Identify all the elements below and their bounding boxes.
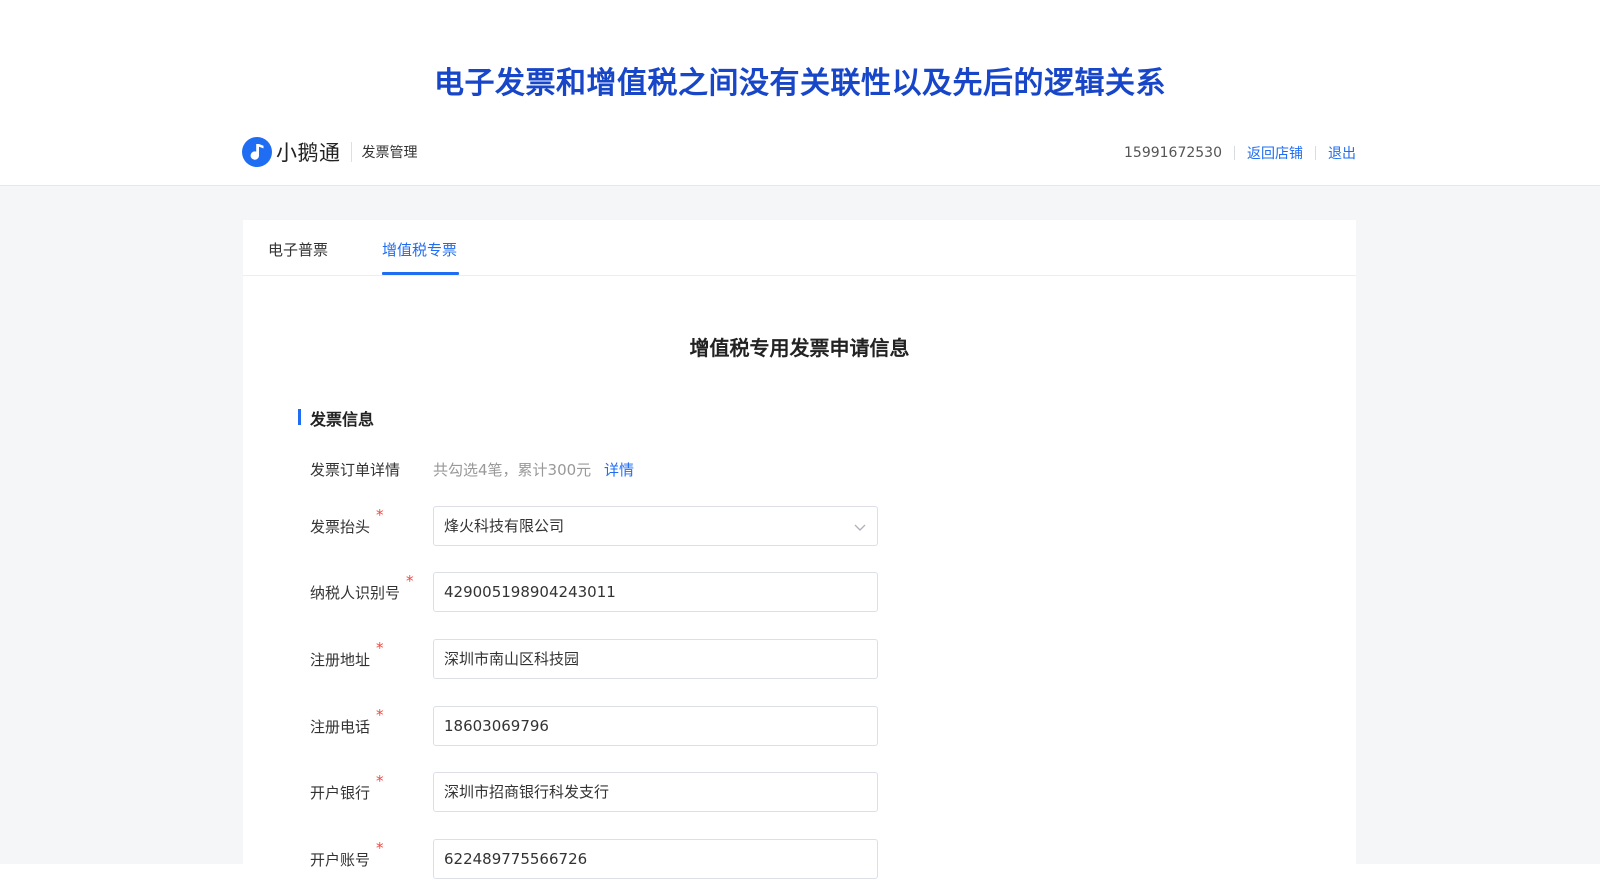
header-right: 15991672530 返回店铺 退出 [1124, 143, 1356, 163]
reg-phone-value: 18603069796 [444, 717, 549, 735]
taxpayer-id-input[interactable]: 429005198904243011 [433, 572, 878, 612]
order-detail-link[interactable]: 详情 [604, 459, 634, 480]
tab-electronic-invoice[interactable]: 电子普票 [268, 239, 328, 260]
app-header: 小鹅通 发票管理 15991672530 返回店铺 退出 [0, 125, 1600, 186]
invoice-title-label: 发票抬头 * [310, 506, 384, 537]
order-summary: 共勾选4笔，累计300元 [433, 461, 592, 479]
reg-address-value: 深圳市南山区科技园 [444, 650, 580, 668]
invoice-title-value: 烽火科技有限公司 [444, 517, 565, 535]
logo-divider [350, 142, 352, 162]
invoice-card: 电子普票 增值税专票 增值税专用发票申请信息 发票信息 发票订单详情 共勾选4笔… [243, 220, 1356, 880]
required-mark: * [376, 772, 384, 790]
section-marker [298, 409, 301, 425]
invoice-title-label-text: 发票抬头 [310, 518, 371, 536]
reg-address-label: 注册地址 * [310, 639, 384, 670]
required-mark: * [376, 506, 384, 524]
module-name: 发票管理 [361, 145, 418, 161]
reg-address-label-text: 注册地址 [310, 651, 371, 669]
invoice-tabs: 电子普票 增值税专票 [243, 220, 1356, 276]
required-mark: * [376, 639, 384, 657]
account-label-text: 开户账号 [310, 851, 371, 869]
tab-vat-special-invoice[interactable]: 增值税专票 [382, 239, 457, 260]
taxpayer-id-label: 纳税人识别号 * [310, 572, 414, 603]
invoice-title-select[interactable]: 烽火科技有限公司 [433, 506, 878, 546]
required-mark: * [376, 706, 384, 724]
reg-phone-input[interactable]: 18603069796 [433, 706, 878, 746]
account-input[interactable]: 622489775566726 [433, 839, 878, 879]
order-detail-label: 发票订单详情 [310, 461, 401, 479]
taxpayer-id-label-text: 纳税人识别号 [310, 584, 401, 602]
account-label: 开户账号 * [310, 839, 384, 870]
banner-title: 电子发票和增值税之间没有关联性以及先后的逻辑关系 [434, 66, 1166, 101]
back-to-store-link[interactable]: 返回店铺 [1247, 143, 1303, 163]
logo-text: 小鹅通 [276, 141, 341, 165]
logout-link[interactable]: 退出 [1328, 143, 1356, 163]
reg-phone-label-text: 注册电话 [310, 718, 371, 736]
required-mark: * [376, 839, 384, 857]
bank-label: 开户银行 * [310, 772, 384, 803]
bank-label-text: 开户银行 [310, 784, 371, 802]
section-title: 发票信息 [310, 410, 375, 429]
header-divider [1315, 146, 1316, 160]
note-logo-icon [242, 137, 272, 167]
taxpayer-id-value: 429005198904243011 [444, 583, 616, 601]
header-divider [1234, 146, 1235, 160]
account-value: 622489775566726 [444, 850, 588, 868]
bank-value: 深圳市招商银行科发支行 [444, 783, 610, 801]
active-tab-indicator [382, 272, 459, 275]
required-mark: * [406, 572, 414, 590]
chevron-down-icon [854, 524, 866, 531]
user-phone: 15991672530 [1124, 145, 1222, 161]
reg-phone-label: 注册电话 * [310, 706, 384, 737]
form-title: 增值税专用发票申请信息 [689, 336, 910, 360]
logo[interactable]: 小鹅通 发票管理 [242, 137, 418, 167]
bank-input[interactable]: 深圳市招商银行科发支行 [433, 772, 878, 812]
reg-address-input[interactable]: 深圳市南山区科技园 [433, 639, 878, 679]
